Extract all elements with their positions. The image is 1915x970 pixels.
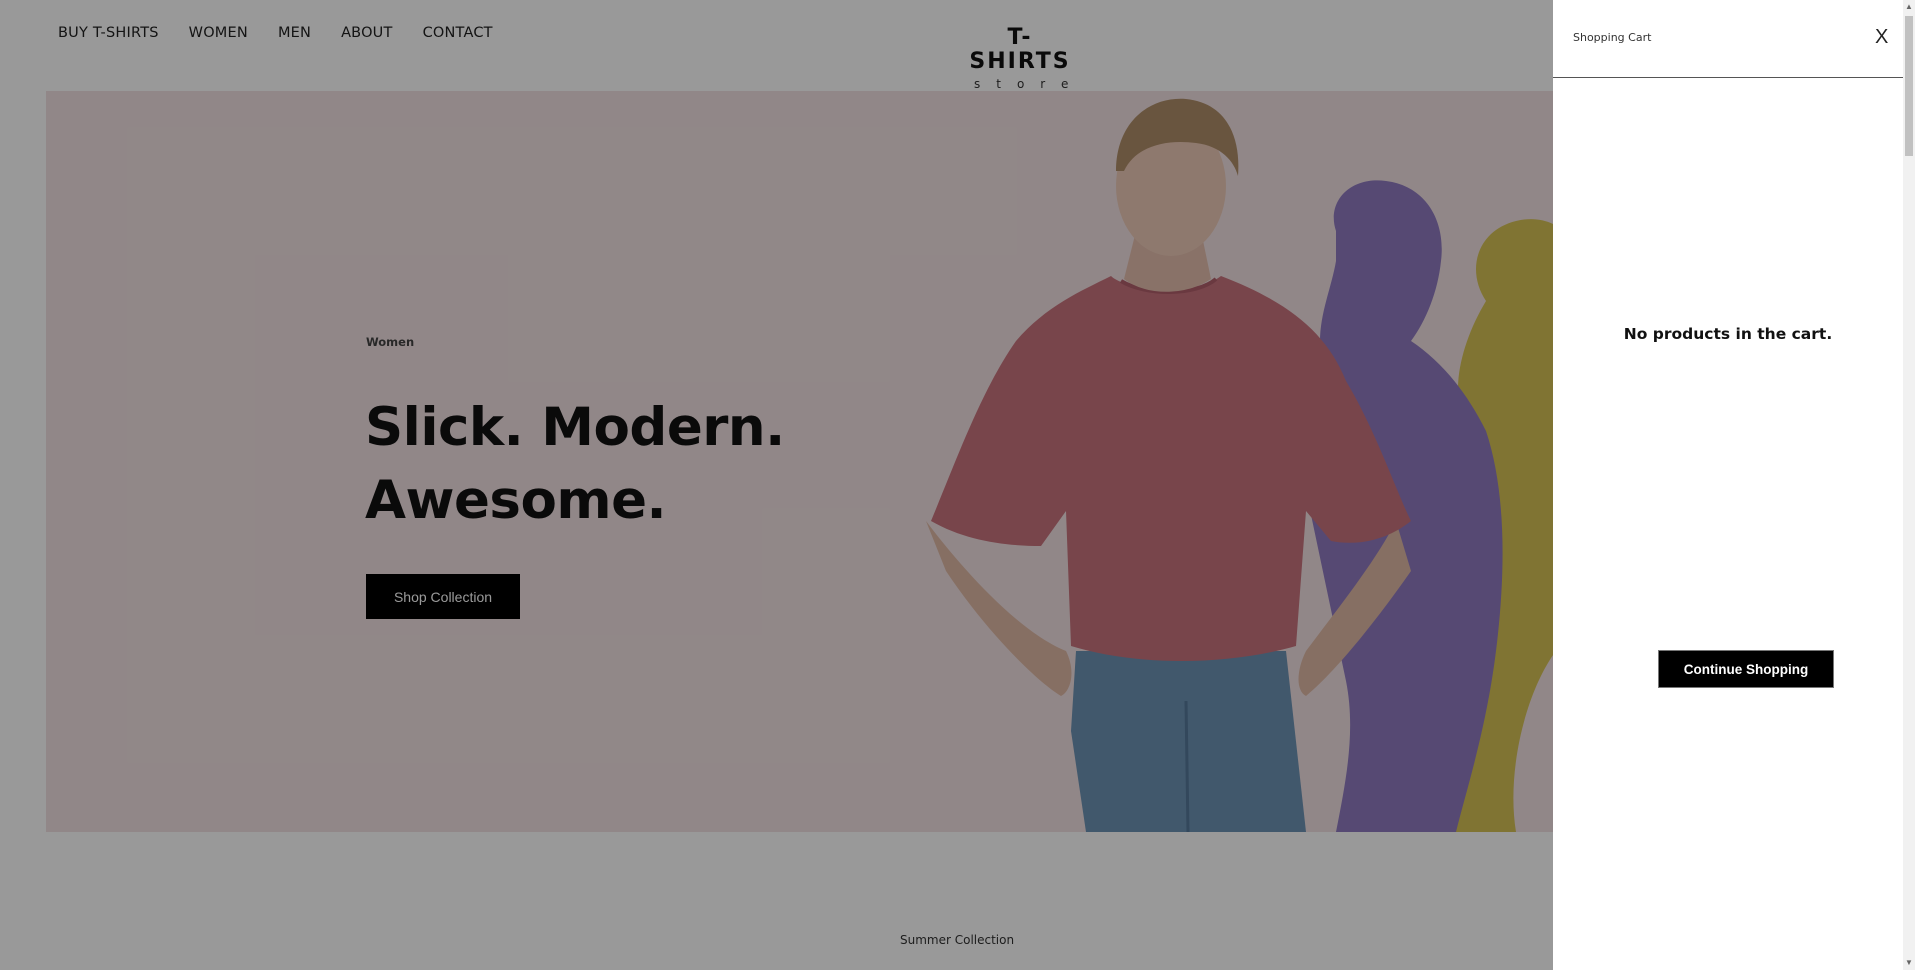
scroll-up-arrow-icon[interactable]: ▲ <box>1903 0 1915 14</box>
page-scrollbar[interactable]: ▲ ▼ <box>1903 0 1915 970</box>
shopping-cart-drawer: Shopping Cart X No products in the cart.… <box>1553 0 1903 970</box>
cart-header: Shopping Cart X <box>1553 0 1903 78</box>
page-dim-overlay[interactable] <box>0 0 1553 970</box>
continue-shopping-button[interactable]: Continue Shopping <box>1658 650 1834 688</box>
scroll-thumb[interactable] <box>1905 16 1913 156</box>
scroll-down-arrow-icon[interactable]: ▼ <box>1903 956 1915 970</box>
close-cart-button[interactable]: X <box>1875 26 1888 49</box>
cart-title: Shopping Cart <box>1573 31 1652 44</box>
cart-empty-message: No products in the cart. <box>1623 325 1833 343</box>
